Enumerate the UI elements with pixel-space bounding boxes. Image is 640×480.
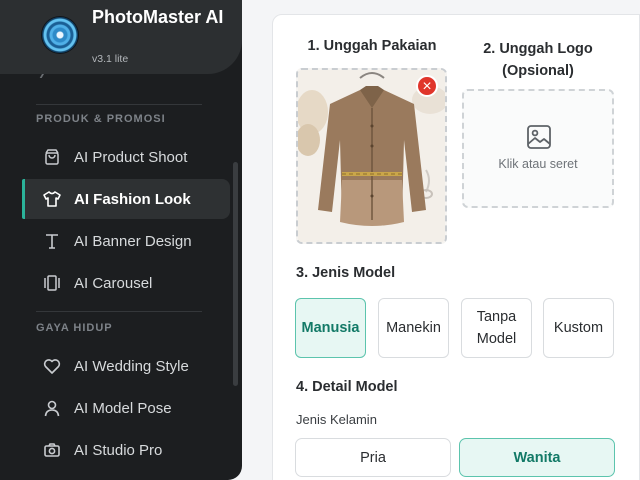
sidebar-item-label: AI Fashion Look — [74, 190, 191, 208]
gender-label: Jenis Kelamin — [296, 412, 377, 427]
gender-option-wanita[interactable]: Wanita — [459, 438, 615, 477]
text-icon — [42, 231, 62, 251]
model-option-manekin[interactable]: Manekin — [378, 298, 449, 358]
model-option-tanpa-model[interactable]: Tanpa Model — [461, 298, 532, 358]
app-logo — [42, 17, 78, 53]
app-name: PhotoMaster AI — [92, 7, 224, 27]
sidebar-scrollbar[interactable] — [233, 162, 238, 386]
sidebar-item-label: AI Model Pose — [74, 399, 172, 417]
upload-hint: Klik atau seret — [498, 157, 578, 171]
sidebar-item-label: AI Banner Design — [74, 232, 192, 250]
sidebar-item-fashion-look[interactable]: AI Fashion Look — [22, 179, 230, 219]
sidebar-item-label: AI Carousel — [74, 274, 153, 292]
image-icon — [526, 124, 552, 155]
app-version: v3.1 lite — [92, 53, 129, 65]
step-4-title: 4. Detail Model — [296, 379, 398, 395]
sidebar-item-product-shoot[interactable]: AI Product Shoot — [22, 137, 230, 177]
divider — [36, 311, 202, 312]
sidebar-item-label: AI Product Shoot — [74, 148, 188, 166]
logo-upload-dropzone[interactable]: Klik atau seret — [462, 89, 614, 208]
step-1-title: 1. Unggah Pakaian — [307, 38, 437, 54]
section-title-produk: PRODUK & PROMOSI — [36, 113, 166, 125]
gender-option-pria[interactable]: Pria — [295, 438, 451, 477]
sidebar-item-label: AI Wedding Style — [74, 357, 189, 375]
heart-icon — [42, 356, 62, 376]
sidebar-item-studio-pro[interactable]: AI Studio Pro — [22, 430, 230, 470]
model-option-kustom[interactable]: Kustom — [543, 298, 614, 358]
sidebar-item-banner-design[interactable]: AI Banner Design — [22, 221, 230, 261]
sidebar-item-model-pose[interactable]: AI Model Pose — [22, 388, 230, 428]
remove-image-button[interactable]: × — [416, 75, 438, 97]
sidebar-item-wedding-style[interactable]: AI Wedding Style — [22, 346, 230, 386]
user-icon — [42, 398, 62, 418]
step-2-title: 2. Unggah Logo (Opsional) — [483, 41, 593, 79]
step-3-title: 3. Jenis Model — [296, 265, 396, 281]
shopping-bag-icon — [42, 147, 62, 167]
section-title-gaya-hidup: GAYA HIDUP — [36, 322, 113, 334]
tshirt-icon — [42, 189, 62, 209]
camera-icon — [42, 440, 62, 460]
sidebar: PhotoMaster AI v3.1 lite PRODUK & PROMOS… — [0, 0, 242, 480]
carousel-icon — [42, 273, 62, 293]
sidebar-item-carousel[interactable]: AI Carousel — [22, 263, 230, 303]
divider — [36, 104, 202, 105]
brand-header: PhotoMaster AI v3.1 lite — [0, 0, 242, 74]
model-option-manusia[interactable]: Manusia — [295, 298, 366, 358]
sidebar-item-label: AI Studio Pro — [74, 441, 163, 459]
